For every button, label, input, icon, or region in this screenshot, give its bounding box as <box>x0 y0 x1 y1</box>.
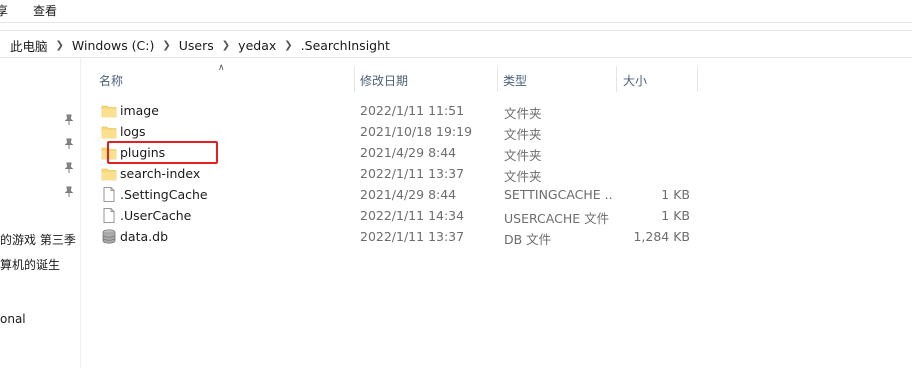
file-row-usercache[interactable]: .UserCache 2022/1/11 14:34 USERCACHE 文件 … <box>95 205 705 226</box>
column-header-name-label: 名称 <box>99 74 124 88</box>
file-name: search-index <box>120 166 201 181</box>
breadcrumb-drive-c[interactable]: Windows (C:) <box>68 38 158 53</box>
address-bar[interactable]: 此电脑 ❯ Windows (C:) ❯ Users ❯ yedax ❯ .Se… <box>0 30 912 58</box>
file-type: DB 文件 <box>504 232 552 247</box>
file-name: logs <box>120 124 146 139</box>
file-row-image[interactable]: image 2022/1/11 11:51 文件夹 <box>95 100 705 121</box>
pin-icon[interactable] <box>63 162 75 174</box>
column-header-date-label: 修改日期 <box>360 74 409 88</box>
chevron-right-icon[interactable]: ❯ <box>280 40 296 51</box>
breadcrumb: 此电脑 ❯ Windows (C:) ❯ Users ❯ yedax ❯ .Se… <box>6 36 394 55</box>
breadcrumb-yedax[interactable]: yedax <box>234 38 280 53</box>
file-type: 文件夹 <box>504 106 542 121</box>
database-icon <box>102 229 116 244</box>
file-type: 文件夹 <box>504 169 542 184</box>
file-date: 2022/1/11 13:37 <box>360 229 465 244</box>
pin-icon[interactable] <box>63 138 75 150</box>
column-divider[interactable] <box>697 66 698 92</box>
column-header-type[interactable]: 类型 <box>498 66 616 92</box>
column-header-type-label: 类型 <box>503 74 528 88</box>
file-row-search-index[interactable]: search-index 2022/1/11 13:37 文件夹 <box>95 163 705 184</box>
folder-icon <box>101 126 117 139</box>
breadcrumb-this-pc[interactable]: 此电脑 <box>6 36 52 55</box>
ribbon-divider <box>0 22 912 23</box>
pane-divider[interactable] <box>80 58 81 368</box>
file-name: .SettingCache <box>120 187 208 202</box>
highlight-box <box>107 141 218 164</box>
file-date: 2022/1/11 14:34 <box>360 208 465 223</box>
column-header-name[interactable]: 名称 <box>94 66 354 92</box>
ribbon-share-tab[interactable]: 享 <box>0 2 8 19</box>
file-type: SETTINGCACHE ... <box>504 187 614 202</box>
ribbon-view-tab[interactable]: 查看 <box>33 2 57 19</box>
nav-item-game[interactable]: 的游戏 第三季 ( <box>0 231 80 248</box>
file-row-settingcache[interactable]: .SettingCache 2021/4/29 8:44 SETTINGCACH… <box>95 184 705 205</box>
file-type: 文件夹 <box>504 148 542 163</box>
chevron-right-icon[interactable]: ❯ <box>52 40 68 51</box>
file-date: 2022/1/11 11:51 <box>360 103 465 118</box>
breadcrumb-searchinsight[interactable]: .SearchInsight <box>297 38 394 53</box>
file-row-logs[interactable]: logs 2021/10/18 19:19 文件夹 <box>95 121 705 142</box>
file-date: 2021/10/18 19:19 <box>360 124 473 139</box>
chevron-right-icon[interactable]: ❯ <box>158 40 174 51</box>
navigation-pane: 的游戏 第三季 ( 算机的诞生 onal <box>0 58 80 368</box>
ribbon: 享 查看 <box>0 0 912 22</box>
file-type: USERCACHE 文件 <box>504 211 610 226</box>
chevron-right-icon[interactable]: ❯ <box>218 40 234 51</box>
file-icon <box>103 208 115 223</box>
file-name: .UserCache <box>120 208 192 223</box>
file-date: 2021/4/29 8:44 <box>360 187 457 202</box>
file-icon <box>103 187 115 202</box>
file-row-data-db[interactable]: data.db 2022/1/11 13:37 DB 文件 1,284 KB <box>95 226 705 247</box>
file-type: 文件夹 <box>504 127 542 142</box>
file-size: 1 KB <box>661 187 690 202</box>
column-header-size[interactable]: 大小 <box>617 66 697 92</box>
file-size: 1,284 KB <box>633 229 690 244</box>
file-date: 2021/4/29 8:44 <box>360 145 457 160</box>
nav-item-onal[interactable]: onal <box>0 312 26 326</box>
pin-icon[interactable] <box>63 186 75 198</box>
file-size: 1 KB <box>661 208 690 223</box>
file-name: image <box>120 103 159 118</box>
nav-item-computer[interactable]: 算机的诞生 <box>0 256 60 273</box>
column-header-date[interactable]: 修改日期 <box>355 66 497 92</box>
breadcrumb-users[interactable]: Users <box>175 38 218 53</box>
file-name: data.db <box>120 229 168 244</box>
column-header-size-label: 大小 <box>623 74 648 88</box>
folder-icon <box>101 168 117 181</box>
pin-icon[interactable] <box>63 114 75 126</box>
file-date: 2022/1/11 13:37 <box>360 166 465 181</box>
folder-icon <box>101 105 117 118</box>
